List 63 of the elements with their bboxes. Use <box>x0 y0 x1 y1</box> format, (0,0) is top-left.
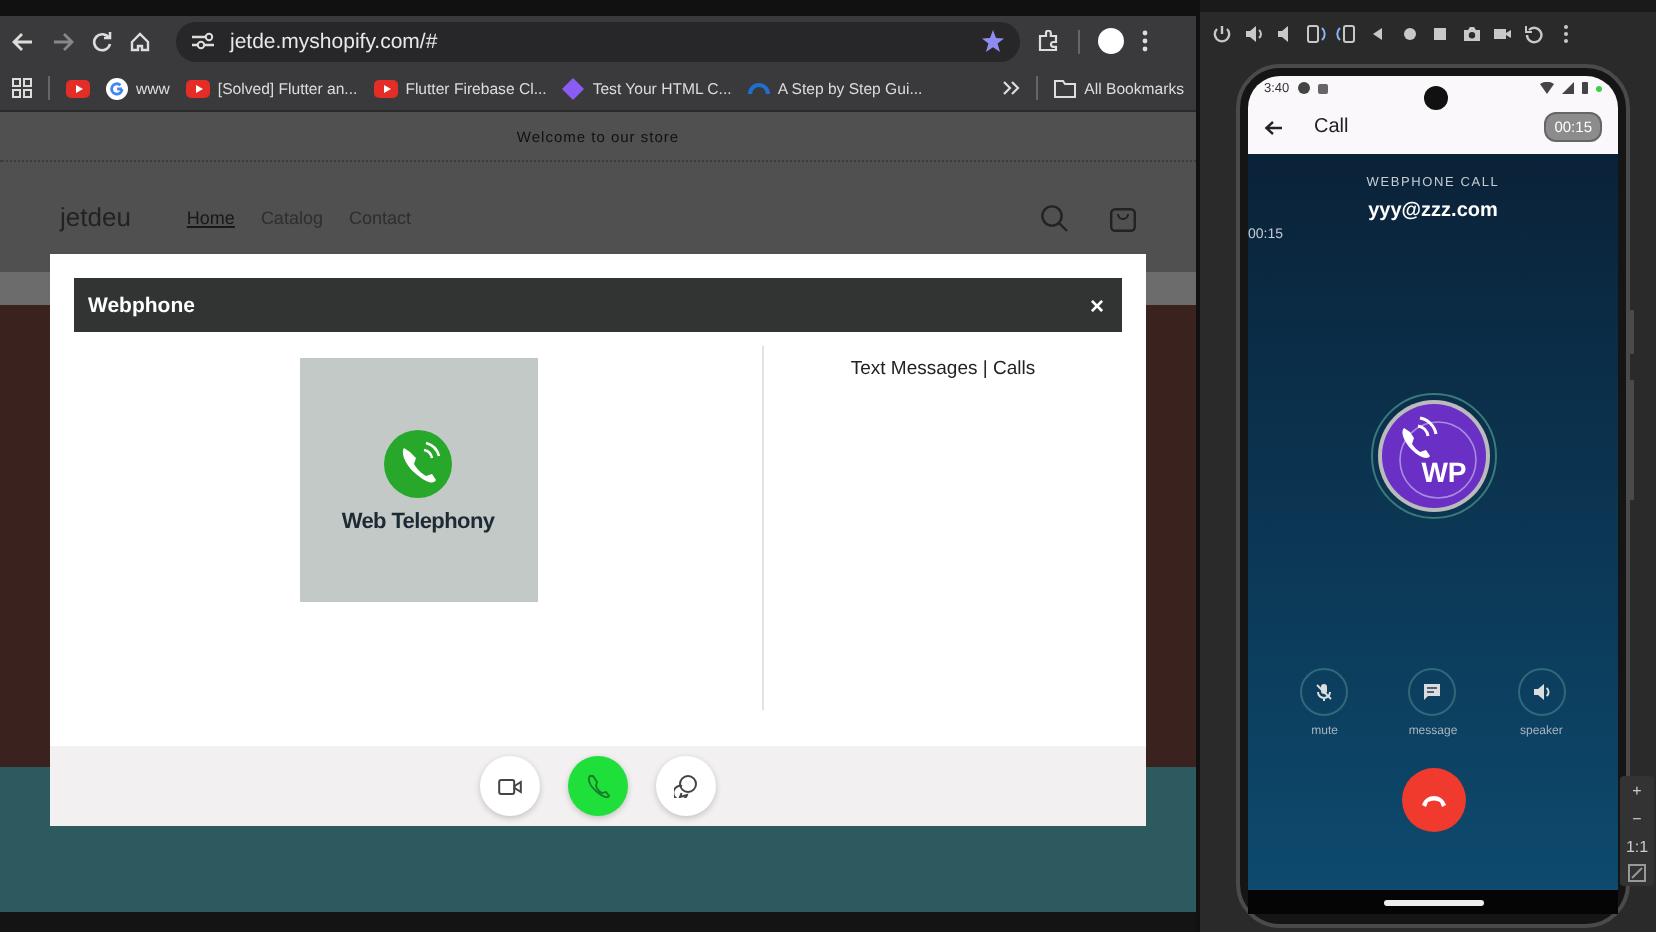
chevrons-right-icon[interactable] <box>1002 80 1021 96</box>
bookmark-star-icon[interactable] <box>982 30 1004 52</box>
bookmark[interactable] <box>66 79 90 97</box>
video-play-icon <box>373 79 398 97</box>
web-telephony-logo: Web Telephony <box>299 358 537 602</box>
back-arrow-icon[interactable] <box>1264 119 1282 135</box>
home-indicator-icon[interactable] <box>1383 899 1483 905</box>
overview-square-icon[interactable] <box>1430 24 1451 44</box>
end-call-button[interactable] <box>1401 768 1465 832</box>
home-icon[interactable] <box>130 31 150 51</box>
hang-up-icon <box>1419 793 1447 807</box>
rotate-left-icon[interactable] <box>1305 24 1326 44</box>
mute-button[interactable] <box>1300 668 1349 716</box>
diamond-icon <box>562 77 585 99</box>
video-call-button[interactable] <box>480 756 540 816</box>
video-play-icon <box>66 79 90 97</box>
camera-icon[interactable] <box>1461 24 1482 44</box>
modal-title: Webphone <box>88 293 195 317</box>
message-button[interactable] <box>1408 668 1457 716</box>
caller-avatar: WP <box>1369 392 1497 520</box>
video-play-icon <box>185 79 210 97</box>
apps-grid-icon[interactable] <box>12 78 32 98</box>
notification-icon <box>1317 83 1328 93</box>
speech-bubbles-icon <box>674 774 698 798</box>
status-dot-icon <box>1297 82 1310 94</box>
letter-g-icon <box>106 77 128 99</box>
wifi-icon <box>1540 82 1554 94</box>
video-camera-icon[interactable] <box>1492 24 1513 44</box>
wave-icon <box>747 77 770 99</box>
call-button[interactable] <box>568 756 628 816</box>
battery-icon <box>1582 82 1588 94</box>
signal-icon <box>1562 82 1574 94</box>
zoom-control[interactable]: − <box>1632 808 1642 832</box>
phone-circle-icon <box>382 427 454 499</box>
more-vertical-icon[interactable] <box>1142 30 1148 52</box>
front-camera-icon <box>1424 86 1448 110</box>
volume-up-icon[interactable] <box>1243 24 1264 44</box>
speaker-button[interactable] <box>1517 668 1566 716</box>
fit-screen-icon[interactable] <box>1628 864 1646 882</box>
replay-icon[interactable] <box>1523 24 1544 44</box>
folder-icon <box>1054 79 1077 97</box>
zoom-control[interactable]: + <box>1632 780 1642 804</box>
power-icon[interactable] <box>1212 24 1232 44</box>
messages-calls-heading: Text Messages | Calls <box>850 358 1036 382</box>
contact-name: yyy@zzz.com <box>1368 198 1498 226</box>
profile-avatar-icon[interactable] <box>1098 28 1124 54</box>
video-camera-icon <box>498 777 522 795</box>
charging-dot-icon <box>1596 85 1602 91</box>
speaker-icon <box>1531 682 1552 702</box>
forward-arrow-icon[interactable] <box>52 31 74 51</box>
home-circle-icon[interactable] <box>1399 24 1420 44</box>
chat-button[interactable] <box>656 756 716 816</box>
zoom-control[interactable]: 1:1 <box>1625 836 1649 860</box>
extension-puzzle-icon[interactable] <box>1038 30 1060 52</box>
phone-icon <box>586 774 610 798</box>
muted-microphone-icon <box>1314 682 1335 702</box>
message-bubble-icon <box>1422 682 1443 702</box>
close-button[interactable]: × <box>1085 291 1108 319</box>
rotate-right-icon[interactable] <box>1336 24 1357 44</box>
site-settings-icon[interactable] <box>192 32 214 50</box>
address-bar[interactable]: jetde.myshopify.com/# <box>176 21 1020 61</box>
reload-icon[interactable] <box>92 31 112 51</box>
app-bar-title: Call <box>1314 116 1351 138</box>
